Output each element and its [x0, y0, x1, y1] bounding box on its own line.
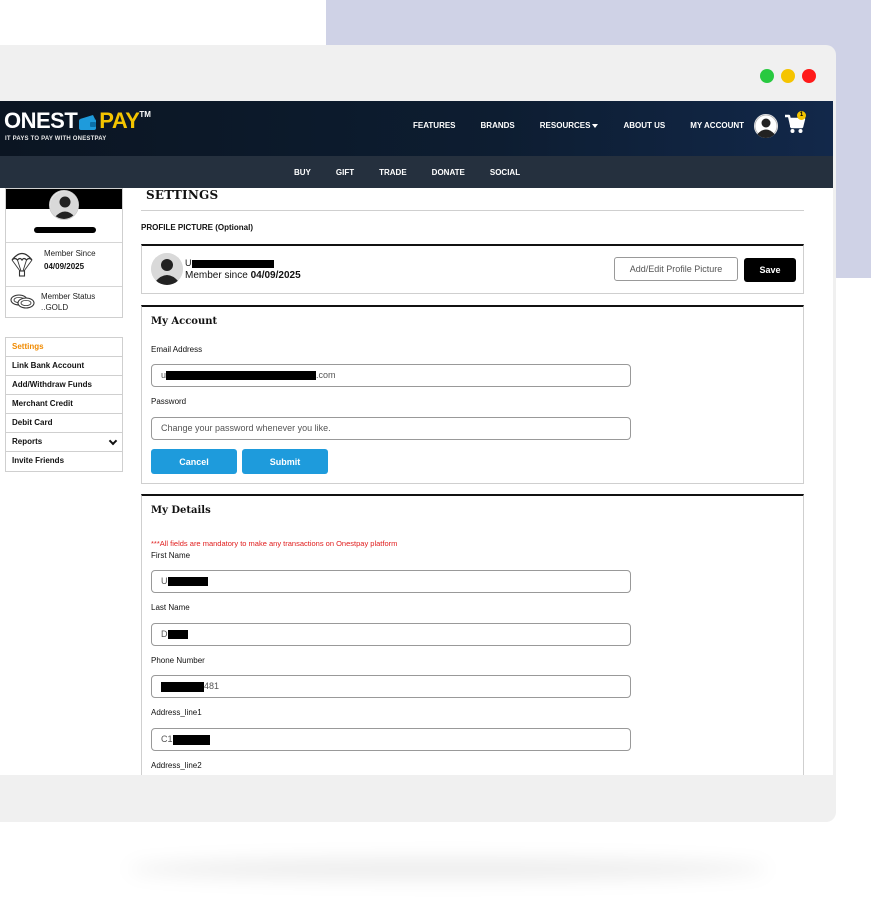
phone-redacted: [161, 681, 204, 692]
member-since-row: Member Since 04/09/2025: [6, 242, 122, 286]
phone-input[interactable]: 481: [151, 675, 631, 698]
window-shadow: [128, 858, 768, 880]
save-button[interactable]: Save: [744, 258, 796, 282]
password-input[interactable]: Change your password whenever you like.: [151, 417, 631, 440]
top-navbar: ONEST PAY TM IT PAYS TO PAY WITH ONESTPA…: [0, 101, 833, 156]
onestpay-logo[interactable]: ONEST PAY TM: [4, 108, 151, 134]
browser-window: ONEST PAY TM IT PAYS TO PAY WITH ONESTPA…: [0, 45, 836, 822]
profile-member-since-date: 04/09/2025: [250, 270, 301, 281]
wallet-icon: [78, 113, 98, 130]
subnav-donate[interactable]: DONATE: [432, 168, 465, 177]
nav-resources[interactable]: RESOURCES: [540, 121, 599, 130]
profile-picture-label: PROFILE PICTURE (Optional): [141, 223, 253, 232]
nav-features[interactable]: FEATURES: [413, 121, 456, 130]
subnav-trade[interactable]: TRADE: [379, 168, 407, 177]
sidebar-item-add-withdraw-funds[interactable]: Add/Withdraw Funds: [6, 376, 122, 395]
subnav-gift[interactable]: GIFT: [336, 168, 354, 177]
address-line1-prefix: C1: [161, 734, 173, 744]
nav-about-us[interactable]: ABOUT US: [623, 121, 665, 130]
email-input[interactable]: u .com: [151, 364, 631, 387]
member-status-row: Member Status ..GOLD: [6, 286, 122, 318]
last-name-input[interactable]: D: [151, 623, 631, 646]
sidebar-profile-card: Member Since 04/09/2025 Member Status ..…: [5, 188, 123, 318]
address-line1-input[interactable]: C1: [151, 728, 631, 751]
profile-name: U: [185, 258, 274, 268]
sidebar-item-merchant-credit[interactable]: Merchant Credit: [6, 395, 122, 414]
member-status-value: ..GOLD: [41, 303, 69, 312]
close-dot-icon[interactable]: [802, 69, 816, 83]
profile-member-since-prefix: Member since: [185, 270, 248, 281]
sidebar-item-reports-label: Reports: [12, 437, 43, 446]
logo-text-pay: PAY: [99, 108, 140, 133]
last-name-redacted: [167, 630, 188, 640]
logo-tagline: IT PAYS TO PAY WITH ONESTPAY: [5, 136, 107, 142]
my-details-title: My Details: [151, 505, 211, 516]
phone-label: Phone Number: [151, 656, 205, 665]
coins-icon: [10, 292, 36, 315]
first-name-label: First Name: [151, 551, 191, 560]
email-redacted: [166, 371, 317, 381]
window-controls: [760, 69, 816, 83]
sidebar-item-debit-card[interactable]: Debit Card: [6, 414, 122, 433]
main-nav: FEATURES BRANDS RESOURCES ABOUT US MY AC…: [413, 121, 769, 130]
profile-picture-panel: U Member since 04/09/2025 Add/Edit Profi…: [141, 244, 804, 294]
member-since-label: Member Since: [44, 249, 96, 258]
page-title: SETTINGS: [146, 188, 219, 202]
chevron-down-icon: [108, 436, 118, 446]
cart-icon[interactable]: 1: [784, 111, 806, 140]
subnav-social[interactable]: SOCIAL: [490, 168, 520, 177]
my-account-panel: My Account Email Address u .com Password …: [141, 305, 804, 484]
cancel-button[interactable]: Cancel: [151, 449, 237, 474]
nav-brands[interactable]: BRANDS: [481, 121, 515, 130]
sidebar-username-redacted: [34, 227, 96, 233]
first-name-redacted: [167, 577, 208, 587]
profile-member-since: Member since 04/09/2025: [185, 270, 301, 281]
phone-suffix: 481: [204, 681, 220, 691]
nav-resources-label: RESOURCES: [539, 121, 591, 130]
member-status-label: Member Status: [41, 292, 96, 301]
logo-trademark: TM: [139, 110, 151, 119]
add-edit-profile-picture-button[interactable]: Add/Edit Profile Picture: [614, 257, 738, 281]
subnav-buy[interactable]: BUY: [294, 168, 311, 177]
minimize-dot-icon[interactable]: [781, 69, 795, 83]
nav-my-account[interactable]: MY ACCOUNT: [690, 121, 744, 130]
my-account-title: My Account: [151, 316, 218, 327]
email-label: Email Address: [151, 345, 203, 354]
mandatory-fields-notice: ***All fields are mandatory to make any …: [151, 539, 398, 548]
address-line1-label: Address_line1: [151, 708, 202, 717]
profile-name-redacted: [191, 259, 274, 268]
sidebar-menu: Settings Link Bank Account Add/Withdraw …: [5, 337, 123, 472]
cart-count-badge: 1: [797, 111, 806, 120]
logo-text-onest: ONEST: [4, 108, 78, 133]
parachute-icon: [11, 250, 33, 283]
user-avatar-icon[interactable]: [754, 114, 778, 138]
page-viewport: ONEST PAY TM IT PAYS TO PAY WITH ONESTPA…: [0, 101, 833, 775]
profile-avatar-icon: [151, 253, 183, 285]
address-line1-redacted: [172, 734, 210, 745]
submit-button[interactable]: Submit: [242, 449, 328, 474]
password-label: Password: [151, 397, 187, 406]
maximize-dot-icon[interactable]: [760, 69, 774, 83]
my-details-panel: My Details ***All fields are mandatory t…: [141, 494, 804, 775]
member-since-value: 04/09/2025: [44, 262, 85, 271]
sub-navbar: BUY GIFT TRADE DONATE SOCIAL: [0, 156, 833, 188]
sidebar-item-link-bank-account[interactable]: Link Bank Account: [6, 357, 122, 376]
address-line2-label: Address_line2: [151, 761, 202, 770]
title-divider: [141, 210, 804, 211]
sidebar-item-settings[interactable]: Settings: [6, 338, 122, 357]
sidebar-avatar-icon: [49, 190, 79, 220]
caret-down-icon: [592, 123, 599, 128]
sidebar-item-invite-friends[interactable]: Invite Friends: [6, 452, 122, 471]
first-name-input[interactable]: U: [151, 570, 631, 593]
email-suffix: .com: [316, 370, 336, 380]
sidebar-item-reports[interactable]: Reports: [6, 433, 122, 452]
last-name-label: Last Name: [151, 603, 190, 612]
